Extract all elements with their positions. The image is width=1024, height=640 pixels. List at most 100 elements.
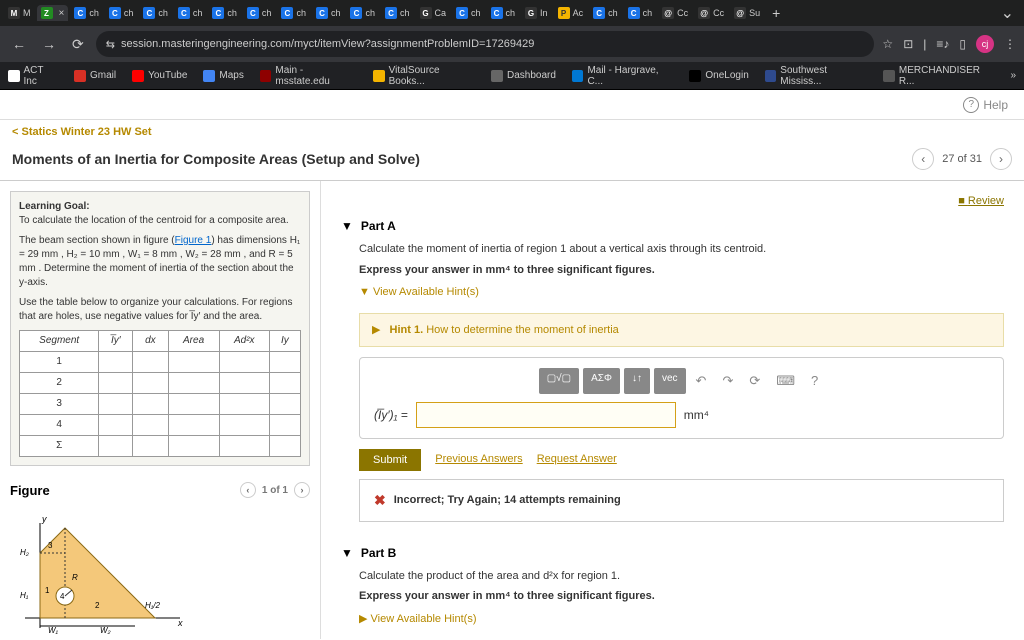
- browser-tab[interactable]: Cch: [243, 5, 276, 21]
- browser-tab[interactable]: Cch: [105, 5, 138, 21]
- back-button[interactable]: ←: [8, 32, 30, 56]
- previous-answers-link[interactable]: Previous Answers: [435, 451, 522, 468]
- tab-favicon: C: [593, 7, 605, 19]
- breadcrumb[interactable]: < Statics Winter 23 HW Set: [0, 120, 1024, 144]
- browser-tab[interactable]: Cch: [589, 5, 622, 21]
- vec-button[interactable]: vec: [654, 368, 686, 394]
- bookmark-icon: [260, 70, 272, 82]
- hints-toggle[interactable]: ▼ View Available Hint(s): [359, 278, 1004, 307]
- star-icon[interactable]: ☆: [882, 37, 893, 51]
- tab-favicon: @: [698, 7, 710, 19]
- help-bar: ? Help: [0, 90, 1024, 120]
- bookmark-item[interactable]: VitalSource Books...: [373, 65, 475, 87]
- browser-tab[interactable]: Cch: [208, 5, 241, 21]
- bookmark-item[interactable]: MERCHANDISER R...: [883, 65, 994, 87]
- bookmark-item[interactable]: Main - msstate.edu: [260, 65, 357, 87]
- keyboard-button[interactable]: ⌨: [770, 368, 801, 394]
- bookmark-icon: [883, 70, 895, 82]
- bookmark-item[interactable]: YouTube: [132, 70, 187, 82]
- part-a-header[interactable]: ▼ Part A: [341, 211, 1004, 241]
- table-row: 1: [20, 352, 301, 373]
- tab-favicon: M: [8, 7, 20, 19]
- browser-tab[interactable]: PAc: [554, 5, 588, 21]
- review-link[interactable]: ■ Review: [341, 191, 1004, 211]
- bookmark-item[interactable]: Southwest Mississ...: [765, 65, 868, 87]
- redo-button[interactable]: ↷: [716, 368, 739, 394]
- media-icon[interactable]: ≡♪: [936, 37, 949, 51]
- browser-tab[interactable]: Cch: [312, 5, 345, 21]
- forward-button[interactable]: →: [38, 32, 60, 56]
- bookmark-icon: [765, 70, 777, 82]
- svg-text:3: 3: [48, 541, 53, 550]
- hint-expand-icon[interactable]: ▶: [372, 324, 380, 336]
- divider: |: [923, 37, 926, 51]
- bookmark-item[interactable]: ACT Inc: [8, 65, 58, 87]
- bookmark-item[interactable]: Dashboard: [491, 70, 556, 82]
- extensions-icon[interactable]: ⊡: [903, 37, 913, 51]
- bookmark-item[interactable]: Maps: [203, 70, 243, 82]
- request-answer-link[interactable]: Request Answer: [537, 451, 617, 468]
- close-icon[interactable]: ×: [59, 8, 65, 19]
- page-title: Moments of an Inertia for Composite Area…: [12, 151, 420, 167]
- profile-avatar[interactable]: cj: [976, 35, 994, 53]
- browser-tab[interactable]: GIn: [521, 5, 552, 21]
- fig-next-button[interactable]: ›: [294, 482, 310, 498]
- bookmark-icon: [8, 70, 20, 82]
- new-tab-button[interactable]: +: [766, 5, 786, 21]
- figure-link[interactable]: Figure 1: [175, 235, 212, 246]
- browser-tab[interactable]: @Cc: [694, 5, 728, 21]
- svg-text:W₁: W₁: [48, 626, 59, 635]
- browser-tab[interactable]: Cch: [70, 5, 103, 21]
- tool-help-button[interactable]: ?: [805, 368, 824, 394]
- input-label: (I̅y′)₁ =: [374, 406, 408, 424]
- browser-tab[interactable]: Cch: [487, 5, 520, 21]
- reset-button[interactable]: ⟳: [743, 368, 766, 394]
- browser-tab[interactable]: Cch: [624, 5, 657, 21]
- bookmark-item[interactable]: Gmail: [74, 70, 116, 82]
- browser-tab[interactable]: @Su: [730, 5, 764, 21]
- next-problem-button[interactable]: ›: [990, 148, 1012, 170]
- browser-tab[interactable]: GCa: [416, 5, 451, 21]
- subscript-button[interactable]: ↓↑: [624, 368, 650, 394]
- browser-tab[interactable]: Cch: [277, 5, 310, 21]
- bookmark-icon: [373, 70, 385, 82]
- tab-favicon: C: [456, 7, 468, 19]
- help-link[interactable]: ? Help: [963, 97, 1008, 113]
- tab-favicon: C: [247, 7, 259, 19]
- bookmark-item[interactable]: Mail - Hargrave, C...: [572, 65, 673, 87]
- bookmarks-more-button[interactable]: »: [1010, 70, 1016, 81]
- tab-menu-button[interactable]: ⌄: [995, 3, 1020, 23]
- browser-tab[interactable]: @Cc: [658, 5, 692, 21]
- submit-button[interactable]: Submit: [359, 449, 421, 471]
- tab-favicon: G: [525, 7, 537, 19]
- part-a-body: Calculate the moment of inertia of regio…: [341, 241, 1004, 522]
- bookmark-item[interactable]: OneLogin: [689, 70, 748, 82]
- svg-text:y: y: [41, 514, 47, 524]
- browser-tab[interactable]: Cch: [452, 5, 485, 21]
- reload-button[interactable]: ⟳: [68, 32, 88, 57]
- menu-icon[interactable]: ⋮: [1004, 37, 1016, 51]
- panel-icon[interactable]: ▯: [959, 37, 966, 51]
- url-text: session.masteringengineering.com/myct/it…: [121, 38, 534, 50]
- browser-tab[interactable]: Cch: [174, 5, 207, 21]
- prev-problem-button[interactable]: ‹: [912, 148, 934, 170]
- site-info-icon[interactable]: ⇆: [106, 38, 115, 51]
- browser-tab[interactable]: Cch: [346, 5, 379, 21]
- svg-text:H₂: H₂: [20, 548, 29, 557]
- part-b-header[interactable]: ▼ Part B: [341, 538, 1004, 568]
- fig-prev-button[interactable]: ‹: [240, 482, 256, 498]
- url-field[interactable]: ⇆ session.masteringengineering.com/myct/…: [96, 31, 875, 57]
- undo-button[interactable]: ↶: [690, 368, 713, 394]
- bookmark-icon: [74, 70, 86, 82]
- browser-tab[interactable]: Z×: [37, 5, 69, 21]
- hints-toggle-b[interactable]: ▶ View Available Hint(s): [359, 605, 1004, 634]
- tab-favicon: G: [420, 7, 432, 19]
- browser-tab[interactable]: Cch: [139, 5, 172, 21]
- browser-tab[interactable]: Cch: [381, 5, 414, 21]
- template-button[interactable]: ▢√▢: [539, 368, 579, 394]
- browser-tab[interactable]: MM: [4, 5, 35, 21]
- answer-input[interactable]: [416, 402, 676, 428]
- tab-favicon: C: [385, 7, 397, 19]
- greek-button[interactable]: ΑΣΦ: [583, 368, 620, 394]
- unit-label: mm⁴: [684, 406, 709, 424]
